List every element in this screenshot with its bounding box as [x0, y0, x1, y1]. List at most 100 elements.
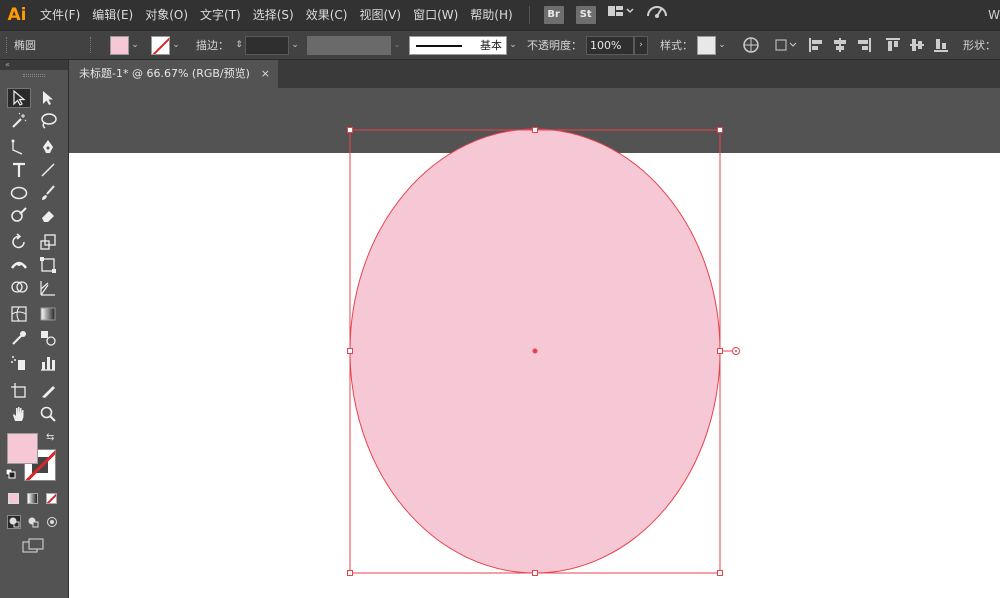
handle-top-center[interactable]: [532, 127, 538, 133]
menu-effect[interactable]: 效果(C): [300, 0, 354, 30]
variable-width-profile[interactable]: [307, 35, 391, 55]
menu-object[interactable]: 对象(O): [139, 0, 194, 30]
brush-dropdown-icon[interactable]: ⌄: [507, 40, 519, 50]
stroke-label: 描边：: [196, 39, 229, 52]
menu-type[interactable]: 文字(T): [194, 0, 247, 30]
align-horizontal-center-icon[interactable]: [831, 36, 849, 54]
gradient-tool-icon[interactable]: [36, 304, 60, 324]
draw-inside-icon[interactable]: [46, 516, 60, 530]
graphic-style-dropdown-icon[interactable]: ⌄: [716, 40, 728, 50]
eraser-tool-icon[interactable]: [36, 205, 60, 225]
free-transform-tool-icon[interactable]: [36, 255, 60, 275]
artboard-tool-icon[interactable]: [7, 381, 31, 401]
perspective-grid-tool-icon[interactable]: [36, 278, 60, 298]
screen-mode-icon[interactable]: [22, 538, 46, 554]
stroke-weight-stepper[interactable]: ⇕: [233, 40, 245, 50]
shape-label[interactable]: 形状：: [963, 37, 996, 53]
pen-tool-icon[interactable]: [36, 137, 60, 157]
selection-tool-icon[interactable]: [7, 88, 31, 108]
menu-file[interactable]: 文件(F): [34, 0, 86, 30]
type-tool-icon[interactable]: [7, 160, 31, 180]
menu-view[interactable]: 视图(V): [353, 0, 407, 30]
opacity-arrow-icon[interactable]: ›: [634, 35, 648, 55]
artwork-layer: [347, 127, 740, 576]
fill-color-swatch[interactable]: [7, 433, 38, 464]
document-tab-title: 未标题-1* @ 66.67% (RGB/预览): [79, 67, 250, 80]
swap-fill-stroke-icon[interactable]: ⇆: [46, 432, 54, 443]
direct-selection-tool-icon[interactable]: [36, 88, 60, 108]
zoom-tool-icon[interactable]: [36, 404, 60, 424]
stroke-swatch[interactable]: [151, 35, 170, 55]
menu-help[interactable]: 帮助(H): [464, 0, 518, 30]
draw-behind-icon[interactable]: [27, 516, 41, 530]
illustrator-window: Ai 文件(F) 编辑(E) 对象(O) 文字(T) 选择(S) 效果(C) 视…: [0, 0, 1000, 598]
menu-select[interactable]: 选择(S): [247, 0, 300, 30]
column-graph-tool-icon[interactable]: [36, 353, 60, 373]
mesh-tool-icon[interactable]: [7, 304, 31, 324]
stroke-weight-dropdown-icon[interactable]: ⌄: [289, 40, 301, 50]
magic-wand-tool-icon[interactable]: [7, 111, 31, 131]
canvas-area[interactable]: [69, 88, 1000, 598]
control-bar-grip[interactable]: [6, 37, 10, 53]
recolor-artwork-icon[interactable]: [742, 36, 760, 54]
document-tab[interactable]: 未标题-1* @ 66.67% (RGB/预览) ×: [69, 60, 278, 88]
handle-top-right[interactable]: [717, 127, 723, 133]
paintbrush-tool-icon[interactable]: [36, 183, 60, 203]
object-type-label: 椭圆: [14, 39, 36, 52]
slice-tool-icon[interactable]: [36, 381, 60, 401]
fill-dropdown-icon[interactable]: ⌄: [129, 40, 141, 50]
app-logo: Ai: [7, 5, 27, 25]
gpu-performance-icon[interactable]: [646, 0, 668, 30]
tools-panel-collapse[interactable]: «: [0, 60, 68, 70]
gradient-mode-icon[interactable]: [27, 493, 38, 504]
color-mode-icon[interactable]: [8, 493, 19, 504]
align-top-icon[interactable]: [884, 36, 902, 54]
close-tab-icon[interactable]: ×: [261, 60, 270, 88]
arrange-documents-icon[interactable]: [607, 0, 634, 30]
curvature-tool-icon[interactable]: [7, 137, 31, 157]
stock-button[interactable]: St: [575, 6, 596, 24]
align-right-icon[interactable]: [855, 36, 873, 54]
opacity-field[interactable]: 100%: [586, 35, 634, 55]
handle-top-left[interactable]: [347, 127, 353, 133]
menu-edit[interactable]: 编辑(E): [86, 0, 139, 30]
align-bottom-icon[interactable]: [932, 36, 950, 54]
brush-definition[interactable]: 基本: [409, 35, 507, 55]
draw-normal-icon[interactable]: [7, 515, 21, 529]
style-label: 样式：: [660, 39, 693, 52]
handle-bottom-center[interactable]: [532, 570, 538, 576]
profile-dropdown-icon[interactable]: ⌄: [391, 40, 403, 50]
align-left-icon[interactable]: [807, 36, 825, 54]
tools-panel-grip[interactable]: [23, 74, 45, 77]
eyedropper-tool-icon[interactable]: [7, 328, 31, 348]
scale-tool-icon[interactable]: [36, 232, 60, 252]
opacity-label[interactable]: 不透明度：: [527, 37, 582, 53]
width-tool-icon[interactable]: [7, 255, 31, 275]
transform-anchor-icon[interactable]: [773, 36, 801, 54]
stroke-dropdown-icon[interactable]: ⌄: [170, 40, 182, 50]
hand-tool-icon[interactable]: [7, 404, 31, 424]
menu-window[interactable]: 窗口(W): [407, 0, 464, 30]
blend-tool-icon[interactable]: [36, 328, 60, 348]
none-mode-icon[interactable]: [46, 493, 57, 504]
stroke-weight-field[interactable]: [245, 35, 289, 55]
handle-middle-right[interactable]: [717, 348, 723, 354]
lasso-tool-icon[interactable]: [36, 111, 60, 131]
line-segment-tool-icon[interactable]: [36, 160, 60, 180]
ellipse-tool-icon[interactable]: [7, 183, 31, 203]
align-vertical-center-icon[interactable]: [908, 36, 926, 54]
shape-builder-tool-icon[interactable]: [7, 278, 31, 298]
rotate-tool-icon[interactable]: [7, 232, 31, 252]
default-fill-stroke-icon[interactable]: [5, 468, 16, 479]
workspace-switcher[interactable]: W: [988, 0, 1000, 30]
shaper-tool-icon[interactable]: [7, 205, 31, 225]
center-point: [532, 348, 538, 354]
handle-bottom-right[interactable]: [717, 570, 723, 576]
symbol-sprayer-tool-icon[interactable]: [7, 353, 31, 373]
fill-swatch[interactable]: [110, 35, 129, 55]
handle-bottom-left[interactable]: [347, 570, 353, 576]
bridge-button[interactable]: Br: [543, 6, 564, 24]
document-tab-bar: 未标题-1* @ 66.67% (RGB/预览) ×: [69, 60, 1000, 88]
handle-middle-left[interactable]: [347, 348, 353, 354]
graphic-style-swatch[interactable]: [697, 35, 716, 55]
